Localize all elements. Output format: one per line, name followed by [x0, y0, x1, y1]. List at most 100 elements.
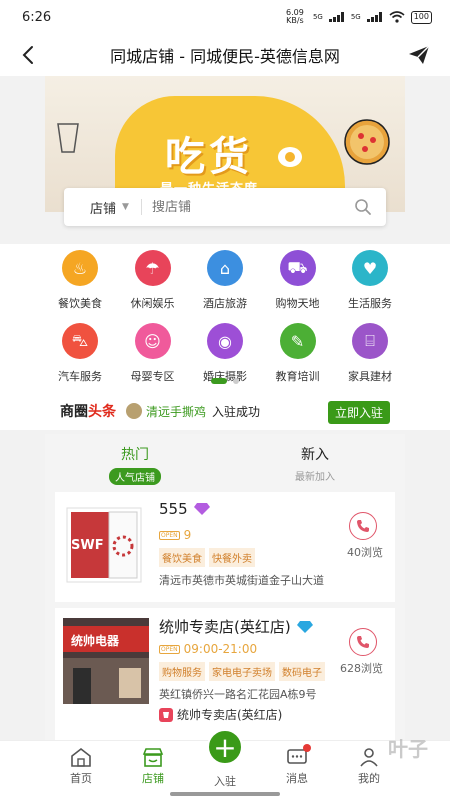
view-count: 628浏览 [340, 662, 383, 675]
nav-profile-label: 我的 [358, 772, 380, 785]
category-item[interactable]: ☂ 休闲娱乐 [117, 250, 189, 311]
share-icon[interactable] [406, 42, 432, 68]
nav-shops-label: 店铺 [142, 772, 164, 785]
shop-card[interactable]: SWF 555 OPEN 9 餐饮美食 快餐外卖 清远市英德市英城街道金子山大道 … [55, 492, 395, 602]
phone-icon[interactable] [349, 512, 377, 540]
category-label: 休闲娱乐 [130, 297, 175, 310]
network-type-1: 5G [312, 13, 323, 21]
page-indicator [0, 378, 450, 384]
banner-headline: 吃货 [165, 133, 253, 180]
open-badge: OPEN [159, 645, 180, 654]
shop-address: 英红镇侨兴一路名汇花园A栋9号 [159, 688, 317, 701]
umbrella-icon: ☂ [134, 250, 171, 286]
shop-name-text: 统帅专卖店(英红店) [159, 618, 291, 636]
tab-hot[interactable]: 热门 人气店铺 [45, 434, 225, 490]
clock: 6:26 [22, 9, 52, 25]
chevron-down-icon[interactable]: ▼ [122, 202, 129, 212]
store-icon [159, 707, 173, 722]
hotel-icon: ⌂ [207, 250, 243, 286]
tab-new-title: 新入 [301, 447, 329, 463]
home-indicator [170, 792, 280, 796]
nav-home[interactable]: 首页 [45, 741, 117, 800]
ticker-brand-a: 商圈 [60, 404, 88, 420]
thumb-label: 统帅电器 [71, 634, 120, 648]
notification-dot [303, 744, 311, 752]
plus-icon[interactable]: + [207, 729, 243, 765]
ticker-store[interactable]: 清远手撕鸡 [146, 403, 206, 420]
shop-address: 清远市英德市英城街道金子山大道 [159, 574, 324, 587]
category-item[interactable]: ♨ 餐饮美食 [44, 250, 116, 311]
cart-icon: ⛟ [279, 250, 316, 286]
category-item[interactable]: ⌸ 家具建材 [334, 323, 406, 384]
camera-icon: ◉ [207, 323, 243, 359]
shop-list-panel: 热门 人气店铺 新入 最新加入 SWF 555 OPEN 9 餐饮美食 快餐外卖 … [45, 434, 405, 740]
tab-new[interactable]: 新入 最新加入 [225, 434, 405, 490]
search-category-select[interactable]: 店铺 [90, 198, 116, 217]
branch-label: 统帅专卖店(英红店) [177, 708, 283, 722]
watermark: 叶子 [388, 737, 428, 761]
store-icon [142, 748, 164, 767]
category-item[interactable]: ⛟ 购物天地 [262, 250, 334, 311]
category-item[interactable]: ✎ 教育培训 [262, 323, 334, 384]
view-count: 40浏览 [347, 546, 383, 559]
shop-branch: 统帅专卖店(英红店) [159, 706, 282, 723]
bottom-nav: 首页 店铺 + 入驻 消息 我的 叶子 [0, 729, 450, 800]
shop-tag: 购物服务 [159, 662, 205, 681]
phone-icon[interactable] [349, 628, 377, 656]
divider [140, 199, 142, 215]
shop-name: 555 [159, 500, 210, 518]
page-dot [233, 378, 239, 384]
category-item[interactable]: ◉ 婚庆摄影 [189, 323, 261, 384]
category-item[interactable]: ⛍ 汽车服务 [44, 323, 116, 384]
page-title: 同城店铺 - 同城便民-英德信息网 [110, 47, 340, 66]
tab-hot-sub: 人气店铺 [109, 468, 161, 485]
status-bar: 6:26 6.09 KB/s 5G 5G 100 [0, 0, 450, 34]
shop-tags: 餐饮美食 快餐外卖 [159, 548, 255, 567]
shop-hours: OPEN 09:00-21:00 [159, 642, 257, 656]
hours-text: 9 [183, 528, 192, 542]
shop-tags: 购物服务 家电电子卖场 数码电子 [159, 662, 325, 681]
chef-hat-icon: ♨ [62, 250, 98, 286]
net-speed: 6.09 KB/s [286, 8, 304, 25]
shop-thumbnail [63, 618, 149, 704]
nav-bar: 同城店铺 - 同城便民-英德信息网 [0, 34, 450, 76]
baby-icon: ☺ [134, 323, 171, 359]
search-input[interactable] [151, 199, 332, 215]
signal-icon [328, 12, 345, 22]
pizza-icon [344, 119, 390, 165]
wifi-icon [389, 11, 405, 23]
category-label: 餐饮美食 [58, 297, 102, 310]
category-item[interactable]: ⌂ 酒店旅游 [189, 250, 261, 311]
nav-home-label: 首页 [70, 772, 92, 785]
cup-icon [57, 123, 79, 153]
thumb-label: SWF [71, 538, 104, 553]
shop-name: 统帅专卖店(英红店) [159, 616, 313, 637]
status-icons: 6.09 KB/s 5G 5G 100 [283, 9, 432, 25]
news-ticker: 商圈头条 清远手撕鸡 入驻成功 立即入驻 [0, 392, 450, 430]
nav-messages-label: 消息 [286, 772, 308, 785]
category-item[interactable]: ♥ 生活服务 [334, 250, 406, 311]
ticker-brand-b: 头条 [88, 404, 116, 420]
car-icon: ⛍ [62, 323, 98, 359]
hours-text: 09:00-21:00 [183, 642, 258, 656]
diamond-icon [193, 503, 210, 515]
join-now-button[interactable]: 立即入驻 [327, 401, 390, 424]
search-icon[interactable] [354, 198, 372, 216]
avatar [126, 403, 142, 419]
heart-hand-icon: ♥ [352, 250, 388, 286]
shop-name-text: 555 [159, 500, 188, 518]
category-label: 购物天地 [275, 297, 320, 310]
network-type-2: 5G [350, 13, 361, 21]
signal-icon-2 [366, 12, 383, 22]
ticker-brand: 商圈头条 [60, 401, 116, 421]
user-icon [360, 748, 378, 767]
shop-card[interactable]: 统帅电器 统帅专卖店(英红店) OPEN 09:00-21:00 购物服务 家电电… [55, 608, 395, 740]
search-bar: 店铺 ▼ [64, 188, 386, 226]
tab-hot-title: 热门 [121, 447, 149, 463]
shop-tag: 数码电子 [279, 662, 325, 681]
tab-new-sub: 最新加入 [295, 472, 335, 483]
nav-join-label: 入驻 [214, 775, 236, 788]
category-item[interactable]: ☺ 母婴专区 [117, 323, 189, 384]
shop-tag: 快餐外卖 [209, 548, 255, 567]
back-icon[interactable] [16, 42, 42, 68]
